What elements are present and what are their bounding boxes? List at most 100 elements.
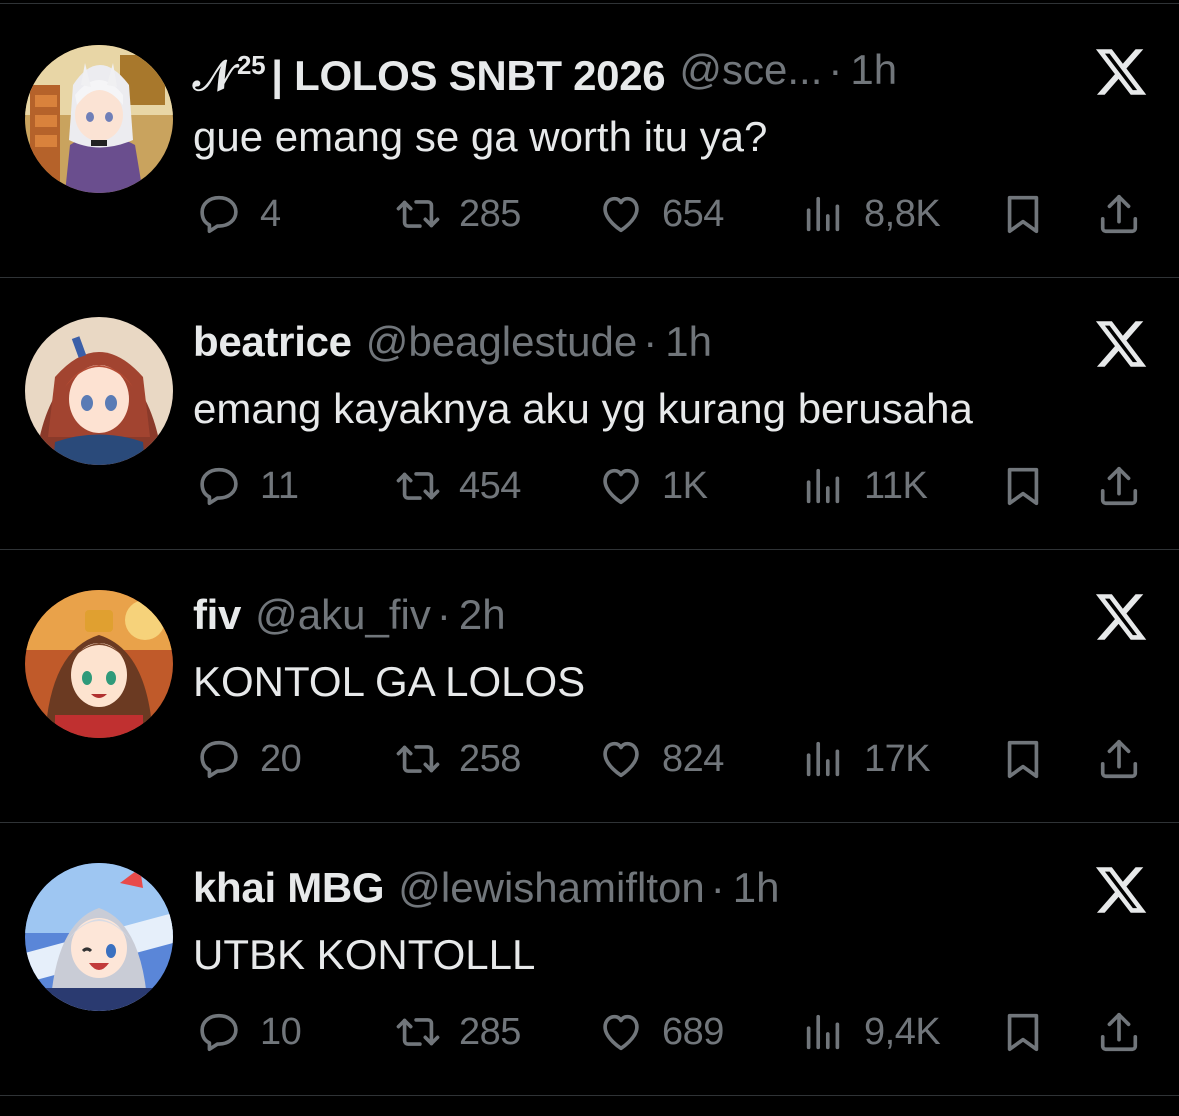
retweet-arrows-icon (396, 1018, 440, 1046)
bookmark-button[interactable] (1000, 461, 1046, 511)
bookmark-icon (1007, 195, 1039, 234)
retweet-button[interactable]: 285 (395, 1007, 521, 1057)
reply-button[interactable]: 11 (196, 461, 299, 511)
avatar[interactable] (25, 863, 173, 1011)
bookmark-button[interactable] (1000, 734, 1046, 784)
separator-dot: · (436, 591, 451, 638)
share-button[interactable] (1096, 461, 1142, 511)
bar-chart-icon (806, 1014, 840, 1050)
tweet-card[interactable]: fiv @aku_fiv · 2h KONTOL GA LOLOS 20 258… (0, 551, 1179, 823)
reply-button[interactable]: 20 (196, 734, 302, 784)
reply-button[interactable]: 4 (196, 189, 281, 239)
timestamp[interactable]: 1h (665, 314, 712, 370)
like-button[interactable]: 689 (598, 1007, 724, 1057)
bar-chart-icon (806, 468, 840, 504)
share-upload-icon (1100, 194, 1138, 234)
heart-icon (603, 468, 639, 505)
retweet-count: 285 (459, 1010, 521, 1053)
tweet-text: emang kayaknya aku yg kurang berusaha (193, 385, 973, 432)
views-count: 11K (864, 464, 928, 507)
avatar-image (25, 317, 173, 465)
tweet-header: fiv @aku_fiv · 2h (193, 587, 506, 643)
action-bar: 4 285 654 8,8K (0, 189, 1179, 239)
bookmark-button[interactable] (1000, 189, 1046, 239)
retweet-button[interactable]: 454 (395, 461, 521, 511)
timestamp[interactable]: 1h (850, 42, 897, 98)
action-bar: 10 285 689 9,4K (0, 1007, 1179, 1057)
x-logo-icon[interactable] (1093, 589, 1149, 645)
tweet-card[interactable]: 𝒩 25 | LOLOS SNBT 2026 @sce... · 1h gue em… (0, 6, 1179, 278)
bar-chart-icon (806, 741, 840, 777)
bookmark-button[interactable] (1000, 1007, 1046, 1057)
x-logo-icon[interactable] (1093, 316, 1149, 372)
share-upload-icon (1100, 739, 1138, 779)
retweet-arrows-icon (396, 745, 440, 773)
views-count: 9,4K (864, 1010, 941, 1053)
x-logo-icon[interactable] (1093, 862, 1149, 918)
tweet-header: khai MBG @lewishamiflton · 1h (193, 860, 779, 916)
avatar[interactable] (25, 45, 173, 193)
retweet-arrows-icon (396, 200, 440, 228)
reply-button[interactable]: 10 (196, 1007, 302, 1057)
views-button[interactable]: 11K (800, 461, 928, 511)
x-logo-icon[interactable] (1093, 44, 1149, 100)
separator-dot: · (828, 46, 843, 93)
display-name[interactable]: 𝒩 25 | LOLOS SNBT 2026 (193, 37, 666, 104)
display-name-prefix: 𝒩 (193, 51, 233, 99)
tweet-text: UTBK KONTOLLL (193, 931, 536, 978)
views-button[interactable]: 8,8K (800, 189, 941, 239)
action-bar: 11 454 1K 11K (0, 461, 1179, 511)
top-divider (0, 3, 1179, 4)
bar-chart-icon (806, 196, 840, 232)
retweet-button[interactable]: 258 (395, 734, 521, 784)
user-handle[interactable]: @lewishamiflton (398, 860, 704, 916)
views-count: 17K (864, 737, 931, 780)
share-button[interactable] (1096, 189, 1142, 239)
share-button[interactable] (1096, 734, 1142, 784)
bookmark-icon (1007, 1013, 1039, 1052)
speech-bubble-icon (200, 195, 238, 234)
like-count: 689 (662, 1010, 724, 1053)
heart-icon (603, 196, 639, 233)
user-handle[interactable]: @beaglestude (366, 314, 638, 370)
tweet-text: gue emang se ga worth itu ya? (193, 113, 768, 160)
like-button[interactable]: 1K (598, 461, 708, 511)
tweet-header: 𝒩 25 | LOLOS SNBT 2026 @sce... · 1h (193, 42, 897, 99)
user-handle[interactable]: @sce... (679, 42, 822, 98)
retweet-count: 285 (459, 192, 521, 235)
display-name[interactable]: beatrice (193, 314, 352, 370)
avatar[interactable] (25, 590, 173, 738)
bookmark-icon (1007, 740, 1039, 779)
display-name[interactable]: khai MBG (193, 860, 385, 916)
retweet-arrows-icon (396, 472, 440, 500)
tweet-text: KONTOL GA LOLOS (193, 658, 586, 705)
user-handle[interactable]: @aku_fiv (255, 587, 431, 643)
avatar-image (25, 863, 173, 1011)
tweet-card[interactable]: beatrice @beaglestude · 1h emang kayakny… (0, 278, 1179, 550)
share-button[interactable] (1096, 1007, 1142, 1057)
speech-bubble-icon (200, 467, 238, 506)
heart-icon (603, 741, 639, 778)
display-name-text: | LOLOS SNBT 2026 (271, 51, 666, 99)
views-button[interactable]: 9,4K (800, 1007, 941, 1057)
heart-icon (603, 1014, 639, 1051)
share-upload-icon (1100, 1012, 1138, 1052)
timestamp[interactable]: 1h (733, 860, 780, 916)
speech-bubble-icon (200, 1013, 238, 1052)
timestamp[interactable]: 2h (459, 587, 506, 643)
avatar-image (25, 45, 173, 193)
bookmark-icon (1007, 467, 1039, 506)
action-bar: 20 258 824 17K (0, 734, 1179, 784)
reply-count: 4 (260, 192, 281, 235)
retweet-button[interactable]: 285 (395, 189, 521, 239)
display-name[interactable]: fiv (193, 587, 241, 643)
like-button[interactable]: 824 (598, 734, 724, 784)
like-count: 1K (662, 464, 708, 507)
views-button[interactable]: 17K (800, 734, 931, 784)
reply-count: 10 (260, 1010, 302, 1053)
avatar[interactable] (25, 317, 173, 465)
tweet-card[interactable]: khai MBG @lewishamiflton · 1h UTBK KONTO… (0, 824, 1179, 1096)
like-count: 824 (662, 737, 724, 780)
like-button[interactable]: 654 (598, 189, 724, 239)
like-count: 654 (662, 192, 724, 235)
